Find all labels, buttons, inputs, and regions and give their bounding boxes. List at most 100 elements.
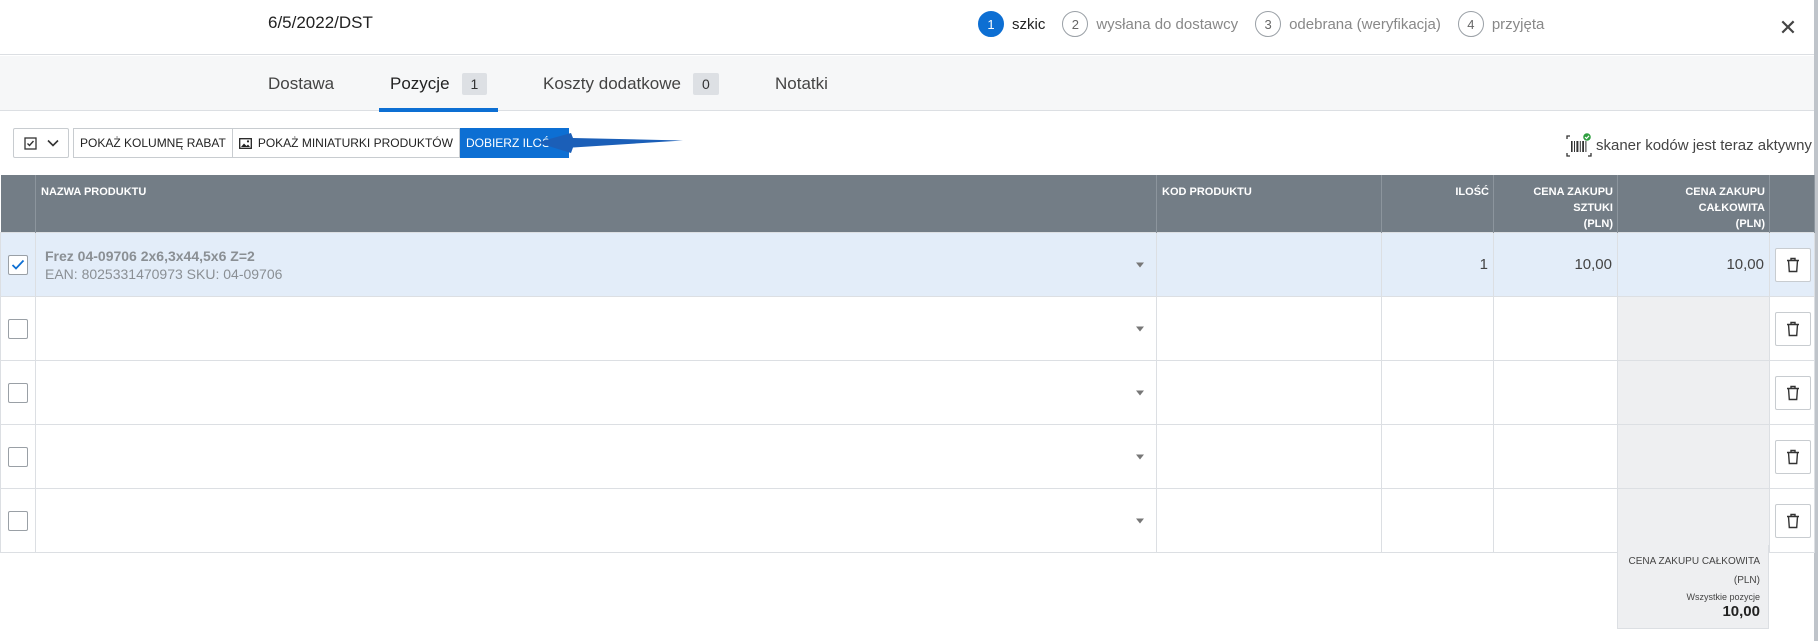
unit-price-cell[interactable] <box>1493 360 1618 425</box>
unit-price-cell[interactable] <box>1493 424 1618 489</box>
total-price-cell <box>1617 360 1770 425</box>
quantity-cell[interactable] <box>1381 360 1494 425</box>
row-checkbox[interactable] <box>8 446 28 467</box>
table-row: Frez 04-09706 2x6,3x44,5x6 Z=2 EAN: 8025… <box>0 232 1815 297</box>
column-header-product-name[interactable]: NAZWA PRODUKTU <box>35 175 1157 233</box>
step-label: wysłana do dostawcy <box>1096 15 1239 33</box>
button-label: POKAŻ KOLUMNĘ RABAT <box>80 136 226 150</box>
scanner-status-text: skaner kodów jest teraz aktywny <box>1596 136 1812 154</box>
product-code-cell[interactable] <box>1156 296 1382 361</box>
row-select-cell <box>0 296 36 361</box>
step-label: szkic <box>1012 15 1046 33</box>
unit-price-cell[interactable] <box>1493 488 1618 553</box>
tab-notes[interactable]: Notatki <box>775 56 828 111</box>
header-select <box>0 175 36 233</box>
caret-down-icon[interactable] <box>1136 326 1144 331</box>
quantity-cell[interactable] <box>1381 424 1494 489</box>
bulk-select-dropdown[interactable] <box>13 128 69 158</box>
caret-down-icon[interactable] <box>1136 390 1144 395</box>
tab-label: Dostawa <box>268 73 335 93</box>
total-price-cell <box>1617 488 1770 553</box>
quantity-cell[interactable] <box>1381 488 1494 553</box>
barcode-scanner-status: skaner kodów jest teraz aktywny <box>1566 133 1812 157</box>
trash-icon <box>1787 257 1799 272</box>
column-header-quantity[interactable]: ILOŚĆ <box>1381 175 1494 233</box>
row-actions-cell <box>1769 424 1815 489</box>
caret-down-icon[interactable] <box>1136 262 1144 267</box>
status-steps: 1 szkic 2 wysłana do dostawcy 3 odebrana… <box>978 11 1561 37</box>
trash-icon <box>1787 513 1799 528</box>
step-number: 4 <box>1457 11 1484 37</box>
items-table: NAZWA PRODUKTU KOD PRODUKTU ILOŚĆ CENA Z… <box>0 175 1815 553</box>
table-row <box>0 360 1815 425</box>
table-row <box>0 424 1815 489</box>
delete-row-button[interactable] <box>1775 503 1811 538</box>
caret-down-icon[interactable] <box>1136 518 1144 523</box>
product-select[interactable] <box>35 488 1157 553</box>
delete-row-button[interactable] <box>1775 311 1811 346</box>
unit-price-cell[interactable]: 10,00 <box>1493 232 1618 297</box>
product-select[interactable] <box>35 360 1157 425</box>
step-number: 3 <box>1255 11 1282 37</box>
tab-additional-costs[interactable]: Koszty dodatkowe 0 <box>543 56 719 111</box>
column-header-product-code[interactable]: KOD PRODUKTU <box>1156 175 1382 233</box>
tab-count-badge: 0 <box>692 72 719 95</box>
product-code-cell[interactable] <box>1156 360 1382 425</box>
row-checkbox[interactable] <box>8 510 28 531</box>
delete-row-button[interactable] <box>1775 375 1811 410</box>
row-select-cell <box>0 360 36 425</box>
product-select[interactable]: Frez 04-09706 2x6,3x44,5x6 Z=2 EAN: 8025… <box>35 232 1157 297</box>
column-header-label: CENA ZAKUPU CAŁKOWITA <box>1685 186 1765 214</box>
barcode-scanner-icon <box>1566 133 1592 157</box>
row-actions-cell <box>1769 232 1815 297</box>
step-accepted[interactable]: 4 przyjęta <box>1457 11 1544 37</box>
delete-row-button[interactable] <box>1775 439 1811 474</box>
tab-delivery[interactable]: Dostawa <box>268 56 334 111</box>
row-checkbox[interactable] <box>8 382 28 403</box>
trash-icon <box>1787 385 1799 400</box>
row-actions-cell <box>1769 360 1815 425</box>
row-actions-cell <box>1769 488 1815 553</box>
arrow-left-icon <box>537 133 683 153</box>
tab-label: Koszty dodatkowe <box>543 73 681 93</box>
total-summary: CENA ZAKUPU CAŁKOWITA (PLN) Wszystkie po… <box>1617 545 1769 629</box>
row-select-cell <box>0 488 36 553</box>
table-row <box>0 488 1815 553</box>
caret-down-icon[interactable] <box>1136 454 1144 459</box>
close-icon[interactable]: ✕ <box>1776 16 1800 40</box>
step-label: odebrana (weryfikacja) <box>1289 15 1441 33</box>
product-select[interactable] <box>35 296 1157 361</box>
quantity-cell[interactable]: 1 <box>1381 232 1494 297</box>
header-actions <box>1769 175 1815 233</box>
chevron-down-icon <box>46 139 59 147</box>
step-sent-to-supplier[interactable]: 2 wysłana do dostawcy <box>1062 11 1238 37</box>
step-draft[interactable]: 1 szkic <box>978 11 1045 37</box>
total-price-cell <box>1617 424 1770 489</box>
column-header-total-price[interactable]: CENA ZAKUPU CAŁKOWITA (PLN) <box>1617 175 1770 233</box>
summary-total-value: 10,00 <box>1722 603 1760 620</box>
product-code-cell[interactable] <box>1156 488 1382 553</box>
table-header-row: NAZWA PRODUKTU KOD PRODUKTU ILOŚĆ CENA Z… <box>0 175 1815 233</box>
product-select[interactable] <box>35 424 1157 489</box>
row-checkbox[interactable] <box>8 318 28 339</box>
tab-items[interactable]: Pozycje 1 <box>378 56 499 112</box>
summary-currency: (PLN) <box>1733 575 1760 586</box>
product-code-cell[interactable] <box>1156 232 1382 297</box>
show-thumbnails-button[interactable]: POKAŻ MINIATURKI PRODUKTÓW <box>232 128 460 158</box>
column-header-unit-price[interactable]: CENA ZAKUPU SZTUKI (PLN) <box>1493 175 1618 233</box>
total-price-cell <box>1617 296 1770 361</box>
tab-label: Notatki <box>775 73 828 93</box>
quantity-cell[interactable] <box>1381 296 1494 361</box>
trash-icon <box>1787 449 1799 464</box>
unit-price-cell[interactable] <box>1493 296 1618 361</box>
step-number: 1 <box>978 11 1004 37</box>
row-checkbox[interactable] <box>8 254 28 275</box>
show-discount-column-button[interactable]: POKAŻ KOLUMNĘ RABAT <box>73 128 233 158</box>
step-received[interactable]: 3 odebrana (weryfikacja) <box>1255 11 1441 37</box>
column-header-currency: (PLN) <box>1735 218 1765 230</box>
header: 6/5/2022/DST 1 szkic 2 wysłana do dostaw… <box>0 0 1818 55</box>
delete-row-button[interactable] <box>1775 247 1811 282</box>
tab-count-badge: 1 <box>461 72 488 95</box>
product-code-cell[interactable] <box>1156 424 1382 489</box>
summary-sub-label: Wszystkie pozycje <box>1686 592 1760 602</box>
